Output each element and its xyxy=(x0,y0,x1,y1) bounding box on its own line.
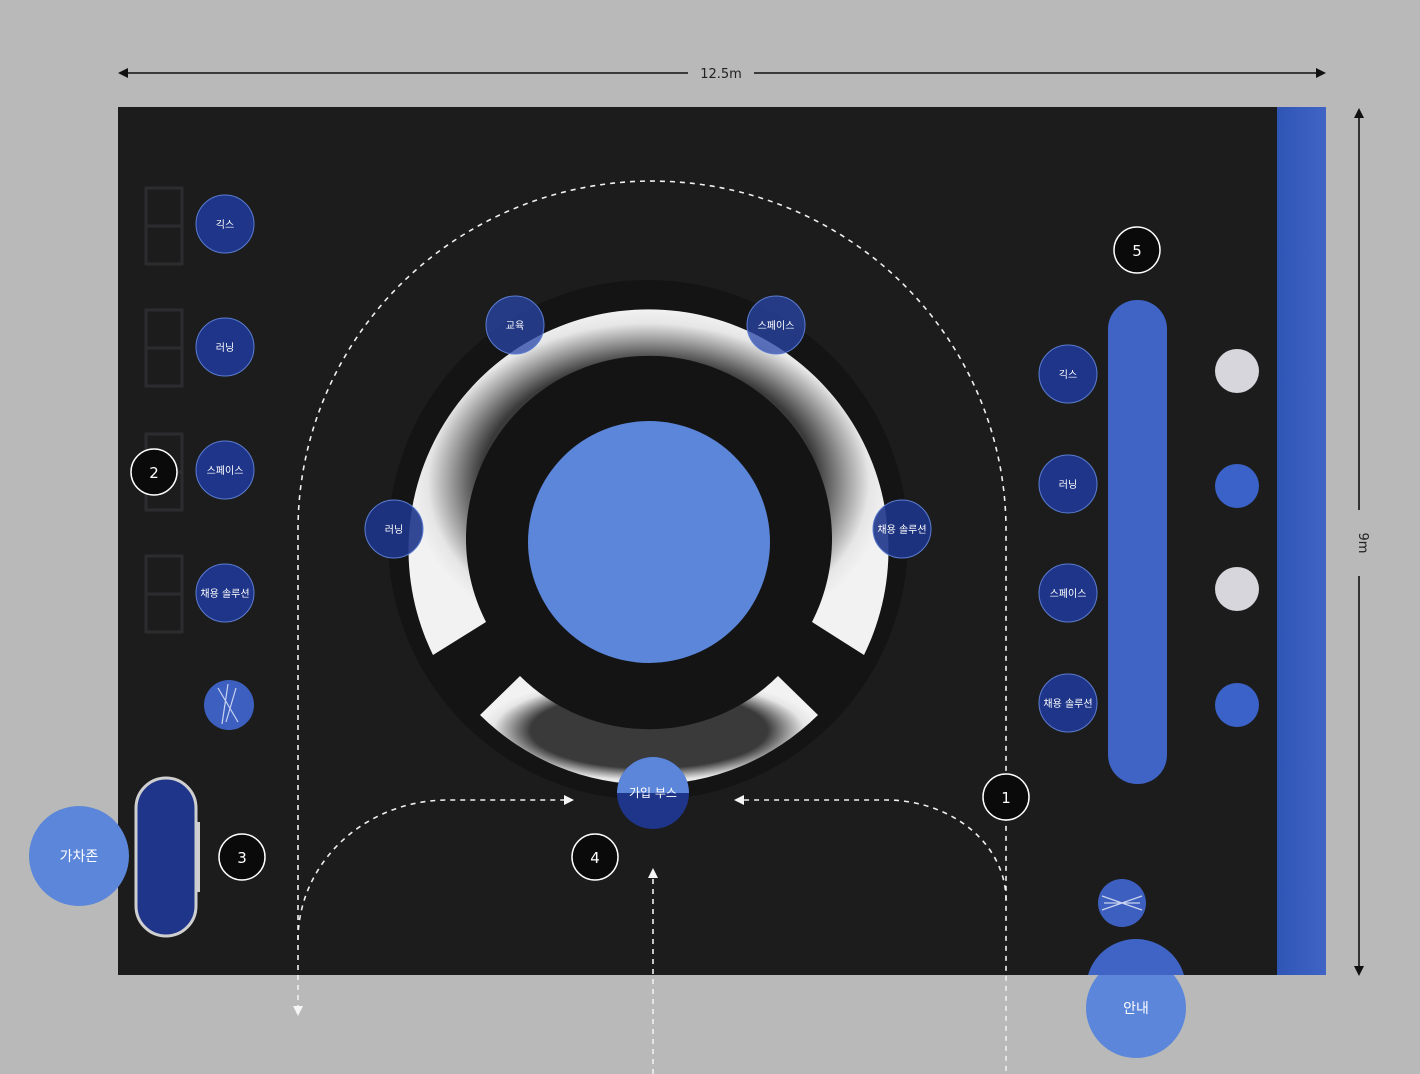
ring-zone-space[interactable]: 스페이스 xyxy=(747,296,805,354)
right-counter xyxy=(1108,300,1167,784)
arrow-right-icon xyxy=(1316,68,1326,78)
number-marker-4: 4 xyxy=(572,834,618,880)
wall-stripe xyxy=(1277,107,1326,975)
height-dimension: 9m xyxy=(1354,108,1370,976)
zone-label: 러닝 xyxy=(216,342,234,354)
gacha-zone[interactable]: 가차존 xyxy=(29,806,129,906)
zone-label: 긱스 xyxy=(1059,369,1077,381)
left-zone-hiring[interactable]: 채용 솔루션 xyxy=(196,564,254,622)
right-zone-hiring[interactable]: 채용 솔루션 xyxy=(1039,674,1097,732)
arrow-down-icon xyxy=(293,1006,303,1016)
gacha-handle xyxy=(196,822,200,892)
right-zone-learning[interactable]: 러닝 xyxy=(1039,455,1097,513)
booth-floor-plan: 12.5m 9m xyxy=(0,0,1420,1074)
arrow-left-icon xyxy=(118,68,128,78)
zone-label: 스페이스 xyxy=(207,465,244,477)
zone-label: 긱스 xyxy=(216,219,234,231)
info-label: 안내 xyxy=(1123,1001,1149,1017)
zone-label: 채용 솔루션 xyxy=(200,588,249,600)
center-stage xyxy=(528,421,770,663)
ring-zone-hiring[interactable]: 채용 솔루션 xyxy=(873,500,931,558)
ring-zone-learning[interactable]: 러닝 xyxy=(365,500,423,558)
marker-label: 2 xyxy=(149,464,159,482)
info-desk[interactable]: 안내 xyxy=(1086,939,1186,1058)
left-zone-gigs[interactable]: 긱스 xyxy=(196,195,254,253)
number-marker-1: 1 xyxy=(983,774,1029,820)
zone-label: 가입 부스 xyxy=(629,786,677,800)
number-marker-2: 2 xyxy=(131,449,177,495)
stool-white xyxy=(1215,567,1259,611)
width-dimension: 12.5m xyxy=(118,67,1326,82)
signup-booth[interactable]: 가입 부스 xyxy=(617,757,689,829)
stool-blue xyxy=(1215,464,1259,508)
zone-label: 러닝 xyxy=(1059,479,1077,491)
zone-label: 교육 xyxy=(506,320,524,332)
zone-label: 채용 솔루션 xyxy=(877,524,926,536)
arrow-up-icon xyxy=(1354,108,1364,118)
decor-circle xyxy=(204,680,254,730)
left-zone-space[interactable]: 스페이스 xyxy=(196,441,254,499)
marker-label: 4 xyxy=(590,849,600,867)
marker-label: 5 xyxy=(1132,242,1142,260)
arrow-down-icon xyxy=(1354,966,1364,976)
marker-label: 3 xyxy=(237,849,247,867)
number-marker-5: 5 xyxy=(1114,227,1160,273)
number-marker-3: 3 xyxy=(219,834,265,880)
zone-label: 러닝 xyxy=(385,524,403,536)
right-zone-space[interactable]: 스페이스 xyxy=(1039,564,1097,622)
stool-white xyxy=(1215,349,1259,393)
height-label: 9m xyxy=(1355,533,1370,554)
gacha-machine xyxy=(136,778,196,936)
zone-label: 스페이스 xyxy=(1050,588,1087,600)
width-label: 12.5m xyxy=(700,67,742,82)
ring-zone-education[interactable]: 교육 xyxy=(486,296,544,354)
zone-label: 스페이스 xyxy=(758,320,795,332)
gacha-zone-label: 가차존 xyxy=(60,849,99,865)
right-zone-gigs[interactable]: 긱스 xyxy=(1039,345,1097,403)
left-zone-learning[interactable]: 러닝 xyxy=(196,318,254,376)
marker-label: 1 xyxy=(1001,789,1011,807)
stool-blue xyxy=(1215,683,1259,727)
zone-label: 채용 솔루션 xyxy=(1043,698,1092,710)
